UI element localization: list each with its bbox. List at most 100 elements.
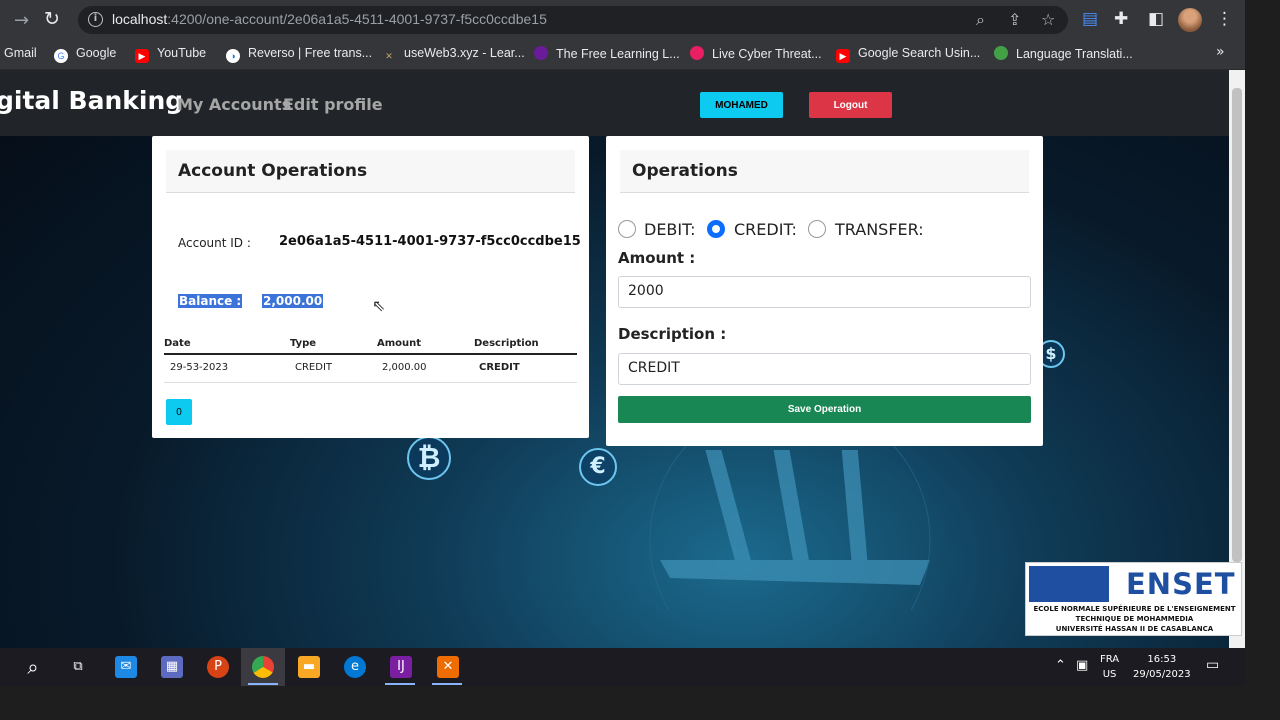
file-explorer-icon[interactable]: ▬ xyxy=(298,656,320,678)
task-view-icon[interactable]: ⧉ xyxy=(67,656,89,678)
clock[interactable]: 16:53 29/05/2023 xyxy=(1133,652,1191,682)
bookmark-youtube[interactable]: ▶ YouTube xyxy=(135,46,206,63)
star-icon[interactable]: ☆ xyxy=(1041,10,1055,29)
col-date: Date xyxy=(164,338,191,349)
account-id-value: 2e06a1a5-4511-4001-9737-f5cc0ccdbe15 xyxy=(279,234,581,249)
description-input[interactable]: CREDIT xyxy=(618,353,1031,385)
col-description: Description xyxy=(474,338,539,349)
chrome-underline xyxy=(248,683,278,685)
outer-frame-bottom xyxy=(0,686,1280,720)
cell-amount: 2,000.00 xyxy=(382,362,427,373)
radio-transfer[interactable] xyxy=(808,220,826,238)
intellij-icon[interactable]: IJ xyxy=(390,656,412,678)
nav-edit-profile[interactable]: Edit profile xyxy=(283,95,383,114)
forward-arrow-icon[interactable]: → xyxy=(14,10,29,31)
browser-toolbar: → ↻ i localhost:4200/one-account/2e06a1a… xyxy=(0,0,1245,40)
language-indicator[interactable]: FRA US xyxy=(1100,652,1119,682)
outer-frame-right xyxy=(1245,0,1280,720)
menu-icon[interactable]: ⋮ xyxy=(1216,9,1233,29)
col-type: Type xyxy=(290,338,317,349)
cell-description: CREDIT xyxy=(479,362,520,373)
powerpoint-icon[interactable]: P xyxy=(207,656,229,678)
bookmark-gmail[interactable]: Gmail xyxy=(4,46,37,60)
balance-value: 2,000.00 xyxy=(262,294,324,308)
youtube-icon: ▶ xyxy=(135,49,149,63)
bookmark-free-learning[interactable]: The Free Learning L... xyxy=(534,46,680,61)
bookmark-reverso[interactable]: ◑ Reverso | Free trans... xyxy=(226,46,372,63)
bookmark-useweb3[interactable]: ✕ useWeb3.xyz - Lear... xyxy=(382,46,524,63)
reload-icon[interactable]: ↻ xyxy=(44,8,60,30)
address-bar[interactable]: i localhost:4200/one-account/2e06a1a5-45… xyxy=(78,6,1068,34)
search-icon[interactable]: ⌕ xyxy=(22,656,44,678)
user-button[interactable]: MOHAMED xyxy=(700,92,783,118)
amount-input[interactable]: 2000 xyxy=(618,276,1031,308)
puzzle-icon[interactable]: ✚ xyxy=(1114,9,1128,29)
xampp-underline xyxy=(432,683,462,685)
edge-icon[interactable]: e xyxy=(344,656,366,678)
notification-tray-icon[interactable]: ▣ xyxy=(1076,658,1088,673)
balance-label: Balance : xyxy=(178,294,243,308)
cyber-icon xyxy=(690,46,704,60)
save-operation-button[interactable]: Save Operation xyxy=(618,396,1031,423)
sidepanel-icon[interactable]: ◧ xyxy=(1148,9,1164,29)
nav-my-accounts[interactable]: My Accounts xyxy=(177,95,291,114)
reverso-icon: ◑ xyxy=(226,49,240,63)
table-row-divider xyxy=(164,382,577,383)
cell-type: CREDIT xyxy=(295,362,333,373)
windows-taskbar: ⌕ ⧉ ✉ ▦ P ▬ e IJ ✕ ⌃ ▣ FRA US 16:53 29/05/… xyxy=(0,648,1245,686)
radio-debit[interactable] xyxy=(618,220,636,238)
card-title: Operations xyxy=(632,161,738,181)
account-operations-card: Account Operations Account ID : 2e06a1a5… xyxy=(152,136,589,438)
card-header: Operations xyxy=(620,150,1029,193)
enset-line-2: TECHNIQUE DE MOHAMMEDIA xyxy=(1075,615,1194,623)
radio-transfer-label: TRANSFER: xyxy=(835,220,924,239)
bank-building-graphic xyxy=(649,430,931,610)
action-center-icon[interactable]: ▭ xyxy=(1206,658,1219,673)
bookmark-language[interactable]: Language Translati... xyxy=(994,46,1133,61)
learning-icon xyxy=(534,46,548,60)
page-button[interactable]: 0 xyxy=(166,399,192,425)
radio-credit[interactable] xyxy=(707,220,725,238)
chevron-up-icon[interactable]: ⌃ xyxy=(1055,658,1066,673)
info-icon[interactable]: i xyxy=(88,12,103,27)
col-amount: Amount xyxy=(377,338,422,349)
app-navbar: gital Banking My Accounts Edit profile M… xyxy=(0,70,1229,136)
bitcoin-icon: ₿ xyxy=(407,436,451,480)
intellij-underline xyxy=(385,683,415,685)
logout-button[interactable]: Logout xyxy=(809,92,892,118)
enset-line-1: ECOLE NORMALE SUPÉRIEURE DE L'ENSEIGNEME… xyxy=(1033,605,1236,613)
table-header-divider xyxy=(164,353,577,355)
share-icon[interactable]: ⇪ xyxy=(1008,10,1021,29)
zoom-icon[interactable]: ⌕ xyxy=(976,10,985,30)
radio-credit-label: CREDIT: xyxy=(734,220,797,239)
network-icon[interactable]: ▦ xyxy=(161,656,183,678)
bookmark-google[interactable]: G Google xyxy=(54,46,116,63)
mail-icon[interactable]: ✉ xyxy=(115,656,137,678)
enset-line-3: UNIVERSITÉ HASSAN II DE CASABLANCA xyxy=(1055,625,1214,633)
tools-icon: ✕ xyxy=(385,51,393,61)
profile-avatar[interactable] xyxy=(1178,8,1202,32)
card-title: Account Operations xyxy=(178,161,368,181)
cursor-icon: ⇖ xyxy=(372,296,386,315)
cell-date: 29-53-2023 xyxy=(170,362,229,373)
bookmark-google-search[interactable]: ▶ Google Search Usin... xyxy=(836,46,980,63)
brand-title[interactable]: gital Banking xyxy=(0,86,183,115)
account-id-label: Account ID : xyxy=(178,236,251,250)
description-label: Description : xyxy=(618,325,727,343)
bookmarks-more[interactable]: » xyxy=(1216,44,1225,60)
radio-debit-label: DEBIT: xyxy=(644,220,696,239)
scrollbar-thumb[interactable] xyxy=(1232,88,1242,562)
enset-name: ENSET xyxy=(1126,567,1236,601)
euro-icon: € xyxy=(579,448,617,486)
google-icon: G xyxy=(54,49,68,63)
amount-label: Amount : xyxy=(618,249,696,267)
chrome-icon[interactable] xyxy=(252,656,274,678)
card-header: Account Operations xyxy=(166,150,575,193)
youtube-icon: ▶ xyxy=(836,49,850,63)
operations-card: Operations DEBIT: CREDIT: TRANSFER: Amou… xyxy=(606,136,1043,446)
enset-logo-icon xyxy=(1029,566,1109,602)
bookmark-cyber-threat[interactable]: Live Cyber Threat... xyxy=(690,46,822,61)
extension-icon[interactable]: ▤ xyxy=(1082,9,1098,29)
url-text[interactable]: localhost:4200/one-account/2e06a1a5-4511… xyxy=(112,11,547,27)
xampp-icon[interactable]: ✕ xyxy=(437,656,459,678)
